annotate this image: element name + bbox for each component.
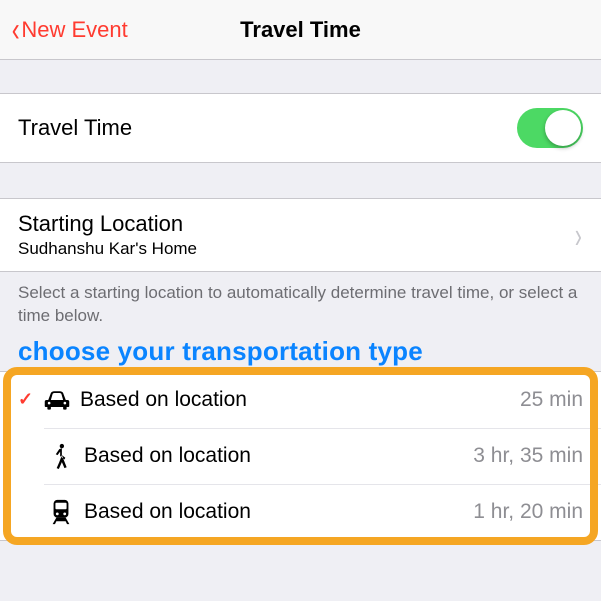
train-icon (44, 499, 78, 525)
back-label: New Event (21, 17, 127, 43)
transport-time: 1 hr, 20 min (473, 500, 583, 524)
toggle-knob (545, 110, 581, 146)
page-title: Travel Time (240, 17, 361, 43)
navbar: ‹ New Event Travel Time (0, 0, 601, 60)
transport-time: 3 hr, 35 min (473, 444, 583, 468)
annotation-label: choose your transportation type (0, 334, 601, 371)
transport-option-train[interactable]: Based on location 1 hr, 20 min (44, 484, 601, 540)
travel-time-toggle-row: Travel Time (0, 94, 601, 163)
starting-location-title: Starting Location (18, 211, 574, 237)
car-icon (40, 387, 74, 413)
chevron-right-icon: › (575, 213, 582, 256)
transport-label: Based on location (84, 500, 473, 524)
help-text: Select a starting location to automatica… (0, 272, 601, 334)
transport-label: Based on location (80, 388, 520, 412)
starting-location-row[interactable]: Starting Location Sudhanshu Kar's Home › (0, 199, 601, 272)
transport-time: 25 min (520, 388, 583, 412)
starting-location-subtitle: Sudhanshu Kar's Home (18, 239, 574, 259)
transport-options: ✓ Based on location 25 min Based on loca… (0, 371, 601, 541)
back-button[interactable]: ‹ New Event (10, 13, 128, 47)
travel-time-toggle[interactable] (517, 108, 583, 148)
travel-time-label: Travel Time (18, 111, 517, 145)
transport-label: Based on location (84, 444, 473, 468)
section-gap (0, 163, 601, 199)
walk-icon (44, 443, 78, 469)
transport-option-car[interactable]: ✓ Based on location 25 min (0, 372, 601, 428)
transport-option-walk[interactable]: Based on location 3 hr, 35 min (44, 428, 601, 484)
section-gap (0, 60, 601, 94)
chevron-left-icon: ‹ (12, 13, 20, 47)
checkmark-icon: ✓ (18, 389, 40, 410)
